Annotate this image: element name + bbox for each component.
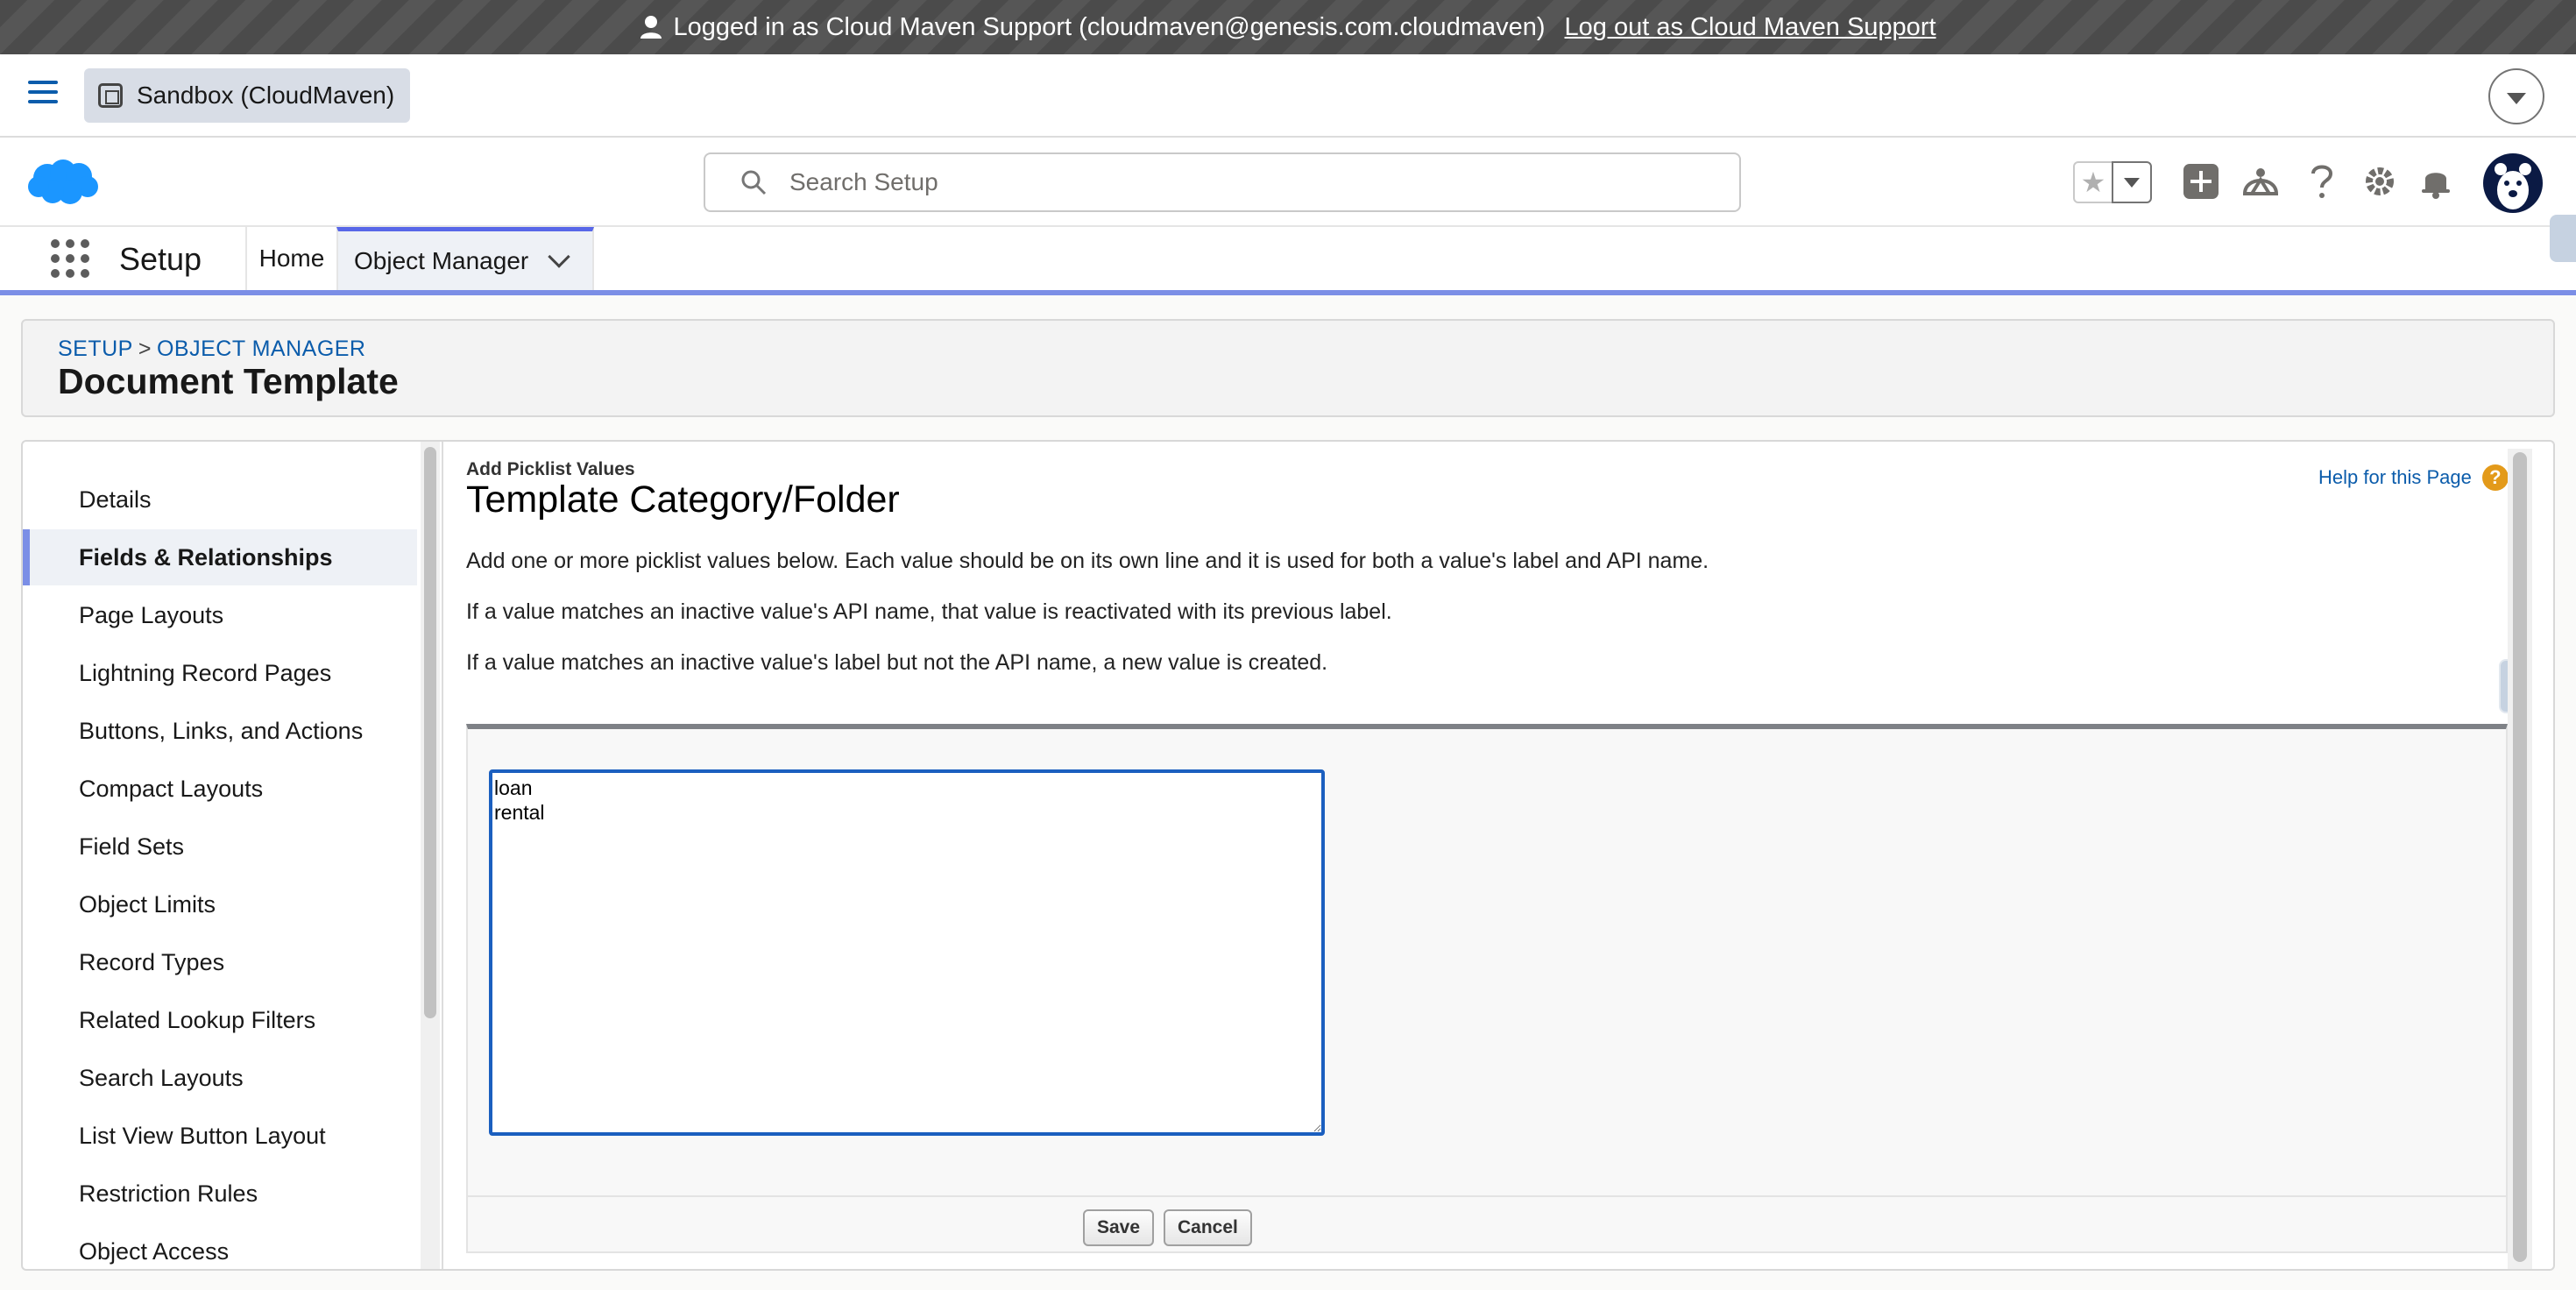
help-question-icon: ? <box>2481 464 2509 491</box>
sidebar-item-label: Search Layouts <box>79 1064 244 1091</box>
hamburger-menu-icon[interactable] <box>28 81 58 107</box>
search-icon <box>741 170 767 195</box>
favorites-group[interactable]: ★ <box>2073 161 2152 203</box>
sandbox-label: Sandbox (CloudMaven) <box>137 82 395 109</box>
sidebar-item-label: Object Limits <box>79 890 216 918</box>
cancel-button[interactable]: Cancel <box>1164 1209 1252 1246</box>
tab-home[interactable]: Home <box>245 227 336 290</box>
picklist-edit-area: Add Picklist Values Template Category/Fo… <box>466 442 2516 1269</box>
sidebar-item-compact-layouts[interactable]: Compact Layouts <box>23 761 417 817</box>
login-as-banner: Logged in as Cloud Maven Support (cloudm… <box>0 0 2576 54</box>
sandbox-icon <box>98 83 123 108</box>
help-for-this-page-link[interactable]: Help for this Page ? <box>2318 464 2509 491</box>
sidebar-item-label: List View Button Layout <box>79 1122 326 1149</box>
sidebar-item-field-sets[interactable]: Field Sets <box>23 819 417 875</box>
sidebar-item-object-limits[interactable]: Object Limits <box>23 876 417 932</box>
favorites-dropdown-icon[interactable] <box>2112 161 2152 203</box>
picklist-values-textarea[interactable]: loan rental <box>489 769 1325 1136</box>
avatar[interactable] <box>2483 153 2543 213</box>
banner-text: Logged in as Cloud Maven Support (cloudm… <box>673 12 1546 41</box>
sidebar-item-related-lookup-filters[interactable]: Related Lookup Filters <box>23 992 417 1048</box>
sidebar-item-label: Lightning Record Pages <box>79 659 332 686</box>
sidebar-item-label: Restriction Rules <box>79 1180 258 1207</box>
sidebar-item-label: Record Types <box>79 948 225 975</box>
app-name: Setup <box>119 241 202 277</box>
chevron-down-icon[interactable] <box>548 245 570 268</box>
sandbox-bar: Sandbox (CloudMaven) <box>0 54 2576 138</box>
sidebar-item-label: Compact Layouts <box>79 775 264 802</box>
page-title: Document Template <box>58 361 399 401</box>
instruction-text: If a value matches an inactive value's A… <box>466 599 1392 624</box>
button-row: Save Cancel <box>468 1195 2506 1253</box>
object-header: SETUP > OBJECT MANAGER Document Template <box>21 319 2555 417</box>
sidebar-item-label: Details <box>79 486 152 513</box>
sidebar-item-object-access[interactable]: Object Access <box>23 1223 417 1269</box>
logout-link[interactable]: Log out as Cloud Maven Support <box>1565 13 1936 42</box>
user-icon <box>640 16 662 39</box>
global-header: ★ <box>0 138 2576 227</box>
sidebar-scrollbar-thumb[interactable] <box>424 447 436 1018</box>
plus-icon[interactable] <box>2178 159 2224 204</box>
search-setup-box[interactable] <box>704 152 1741 212</box>
tab-object-manager-label: Object Manager <box>354 246 529 274</box>
sidebar-item-details[interactable]: Details <box>23 471 417 528</box>
content-scrollbar-thumb[interactable] <box>2513 452 2527 1262</box>
help-icon[interactable] <box>2299 159 2345 204</box>
sidebar-item-fields-relationships[interactable]: Fields & Relationships <box>23 529 417 585</box>
sidebar-item-label: Related Lookup Filters <box>79 1006 316 1033</box>
app-nav-bar: Setup Home Object Manager <box>0 227 2576 295</box>
bell-icon[interactable] <box>2413 159 2459 204</box>
sidebar-item-search-layouts[interactable]: Search Layouts <box>23 1050 417 1106</box>
breadcrumb-object-manager[interactable]: OBJECT MANAGER <box>157 337 366 361</box>
page-kicker: Add Picklist Values <box>466 459 635 479</box>
side-panel-tab[interactable] <box>2550 215 2576 262</box>
trailhead-icon[interactable] <box>2238 159 2283 204</box>
sidebar-item-record-types[interactable]: Record Types <box>23 934 417 990</box>
star-icon[interactable]: ★ <box>2073 161 2113 203</box>
tab-object-manager[interactable]: Object Manager <box>336 227 594 290</box>
sidebar-item-restriction-rules[interactable]: Restriction Rules <box>23 1166 417 1222</box>
sidebar-item-list-view-button-layout[interactable]: List View Button Layout <box>23 1108 417 1164</box>
gear-icon[interactable] <box>2357 159 2403 204</box>
tab-home-label: Home <box>258 245 325 272</box>
breadcrumb: SETUP > OBJECT MANAGER <box>58 337 366 362</box>
breadcrumb-separator: > <box>138 337 152 361</box>
picklist-form: loan rental Save Cancel <box>466 724 2508 1253</box>
object-sidebar: Details Fields & Relationships Page Layo… <box>23 442 417 1269</box>
save-button[interactable]: Save <box>1083 1209 1155 1246</box>
sidebar-item-buttons-links-actions[interactable]: Buttons, Links, and Actions <box>23 703 417 759</box>
sandbox-pill[interactable]: Sandbox (CloudMaven) <box>84 68 411 123</box>
instruction-text: If a value matches an inactive value's l… <box>466 650 1328 675</box>
section-title: Template Category/Folder <box>466 478 900 521</box>
sidebar-item-page-layouts[interactable]: Page Layouts <box>23 587 417 643</box>
breadcrumb-setup[interactable]: SETUP <box>58 337 133 361</box>
sidebar-item-lightning-record-pages[interactable]: Lightning Record Pages <box>23 645 417 701</box>
sidebar-item-label: Page Layouts <box>79 601 224 628</box>
help-link-label: Help for this Page <box>2318 466 2472 488</box>
chevron-down-icon[interactable] <box>2488 68 2544 124</box>
main-panel: Details Fields & Relationships Page Layo… <box>21 440 2555 1271</box>
sidebar-item-label: Field Sets <box>79 833 185 860</box>
salesforce-logo[interactable] <box>26 157 100 208</box>
sidebar-item-label: Buttons, Links, and Actions <box>79 717 364 744</box>
sidebar-item-label: Fields & Relationships <box>79 543 333 571</box>
instruction-text: Add one or more picklist values below. E… <box>466 549 1709 573</box>
search-input[interactable] <box>789 168 1666 196</box>
sidebar-item-label: Object Access <box>79 1237 230 1265</box>
divider <box>442 442 443 1269</box>
app-launcher-icon[interactable] <box>51 239 89 278</box>
